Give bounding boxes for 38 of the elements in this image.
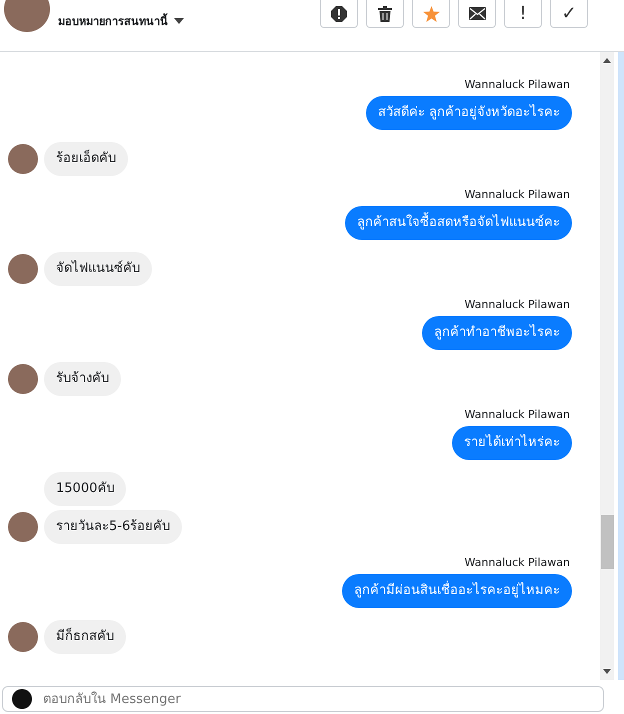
- action-button[interactable]: ✓: [550, 0, 588, 28]
- avatar-photo: [8, 512, 38, 542]
- avatar-photo: [8, 144, 38, 174]
- message-bubble: ร้อยเอ็ดคับ: [44, 142, 128, 176]
- message-bubble: 15000คับ: [44, 472, 126, 506]
- scroll-up-icon[interactable]: [603, 58, 611, 63]
- message-bubble: ลูกค้ามีผ่อนสินเชื่ออะไรคะอยู่ไหมคะ: [342, 574, 572, 608]
- envelope-icon: [468, 7, 486, 20]
- avatar-photo: [8, 622, 38, 652]
- sender-name: Wannaluck Pilawan: [464, 408, 570, 421]
- message-bubble: สวัสดีค่ะ ลูกค้าอยู่จังหวัดอะไรคะ: [366, 96, 572, 130]
- message-bubble: รายวันละ5-6ร้อยคับ: [44, 510, 182, 544]
- action-button[interactable]: !: [504, 0, 542, 28]
- reply-field[interactable]: ตอบกลับใน Messenger: [2, 686, 604, 712]
- caret-icon: [174, 18, 184, 24]
- report-button[interactable]: [320, 0, 358, 28]
- message-bubble: ลูกค้าทำอาชีพอะไรคะ: [422, 316, 572, 350]
- scrollbar-thumb[interactable]: [600, 515, 614, 569]
- avatar-photo: [8, 364, 38, 394]
- trash-icon: [378, 6, 392, 22]
- sender-name: Wannaluck Pilawan: [464, 188, 570, 201]
- mail-button[interactable]: [458, 0, 496, 28]
- message-bubble: รับจ้างคับ: [44, 362, 121, 396]
- message-bubble: ลูกค้าสนใจซื้อสดหรือจัดไฟแนนซ์คะ: [345, 206, 572, 240]
- alert-octagon-icon: [331, 6, 347, 22]
- sender-name: Wannaluck Pilawan: [464, 78, 570, 91]
- sender-name: Wannaluck Pilawan: [464, 298, 570, 311]
- avatar-photo: [8, 254, 38, 284]
- scrollbar[interactable]: [600, 52, 614, 680]
- message-bubble: รายได้เท่าไหร่คะ: [452, 426, 572, 460]
- assign-dropdown[interactable]: มอบหมายการสนทนานี้: [58, 12, 184, 30]
- star-icon: [422, 6, 440, 22]
- star-button[interactable]: [412, 0, 450, 28]
- sender-name: Wannaluck Pilawan: [464, 556, 570, 569]
- message-bubble: มีก็ธกสคับ: [44, 620, 126, 654]
- scroll-down-icon[interactable]: [603, 669, 611, 674]
- message-bubble: จัดไฟแนนซ์คับ: [44, 252, 152, 286]
- delete-button[interactable]: [366, 0, 404, 28]
